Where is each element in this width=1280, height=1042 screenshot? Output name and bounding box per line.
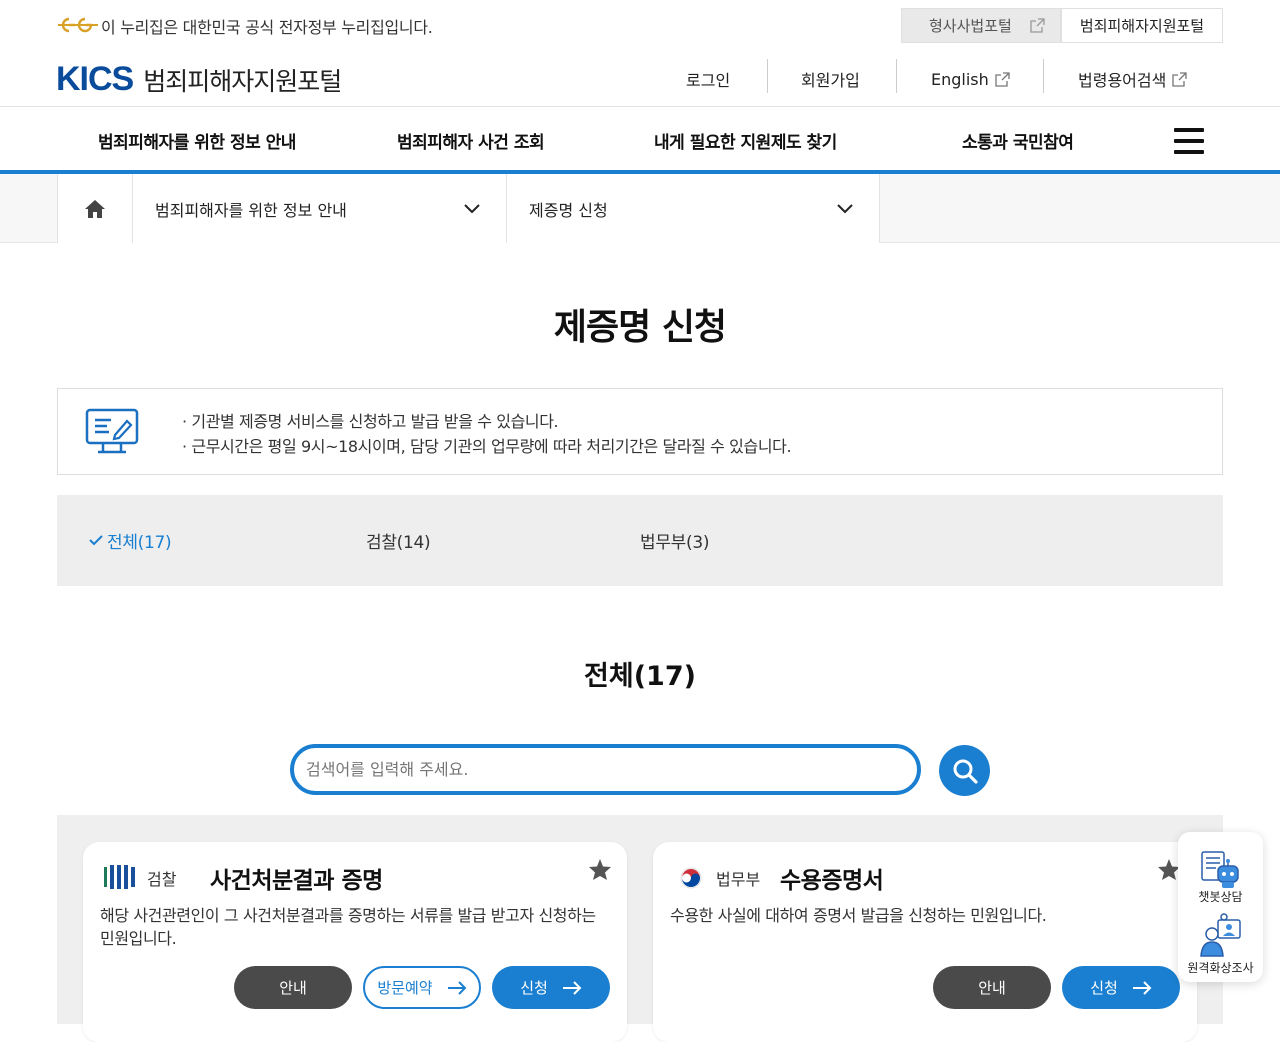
arrow-right-icon — [1132, 980, 1152, 995]
gnb-item-info[interactable]: 범죄피해자를 위한 정보 안내 — [98, 128, 296, 153]
home-icon[interactable] — [57, 174, 133, 243]
apply-button[interactable]: 신청 — [492, 966, 610, 1009]
page-title: 제증명 신청 — [553, 307, 727, 348]
card-title: 수용증명서 — [780, 868, 884, 894]
breadcrumb-level2-label: 제증명 신청 — [529, 200, 608, 220]
card-description: 해당 사건관련인이 그 사건처분결과를 증명하는 서류를 발급 받고자 신청하는… — [100, 906, 596, 948]
header-divider — [0, 106, 1280, 107]
apply-label: 신청 — [1090, 979, 1118, 997]
external-link-icon — [1172, 71, 1187, 87]
legal-terms-label: 법령용어검색 — [1078, 71, 1167, 90]
divider — [767, 59, 768, 93]
search-box — [290, 744, 921, 795]
apply-label: 신청 — [520, 979, 548, 997]
guide-button[interactable]: 안내 — [234, 966, 352, 1009]
login-link[interactable]: 로그인 — [686, 64, 730, 94]
tab-all-label: 전체(17) — [107, 533, 172, 553]
video-consultation-icon[interactable] — [1200, 912, 1242, 958]
logo-portal-name: 범죄피해자지원포털 — [143, 66, 342, 96]
chatbot-label[interactable]: 챗봇상담 — [1178, 888, 1263, 905]
gov-emblem-icon — [58, 17, 98, 33]
prosecution-emblem-icon — [104, 865, 135, 889]
chevron-down-icon — [837, 203, 853, 213]
external-link-icon — [995, 71, 1010, 87]
guide-button[interactable]: 안내 — [933, 966, 1051, 1009]
english-label: English — [931, 69, 989, 89]
tab-ministry-of-justice[interactable]: 법무부(3) — [640, 528, 710, 553]
hamburger-menu-icon[interactable] — [1174, 128, 1204, 154]
signup-link[interactable]: 회원가입 — [801, 64, 860, 94]
site-logo[interactable]: KICS 범죄피해자지원포털 — [56, 60, 342, 99]
ministry-emblem-icon — [680, 867, 702, 889]
legal-terms-link[interactable]: 법령용어검색 — [1078, 64, 1187, 94]
chatbot-icon[interactable] — [1198, 850, 1244, 890]
portal-link-criminal-justice[interactable]: 형사사법포털 — [901, 8, 1061, 43]
info-line: · 근무시간은 평일 9시~18시이며, 담당 기관의 업무량에 따라 처리기간… — [182, 437, 792, 456]
section-title: 전체(17) — [584, 661, 696, 692]
chevron-down-icon — [464, 203, 480, 213]
monitor-document-icon — [85, 408, 139, 454]
english-link[interactable]: English — [931, 64, 1010, 94]
visit-reservation-label: 방문예약 — [377, 979, 433, 997]
divider — [896, 59, 897, 93]
arrow-right-icon — [562, 980, 582, 995]
search-icon — [953, 759, 978, 784]
video-consultation-label[interactable]: 원격화상조사 — [1178, 959, 1263, 976]
arrow-right-icon — [447, 980, 467, 995]
breadcrumb-select-level2[interactable]: 제증명 신청 — [507, 174, 880, 243]
card-agency: 검찰 — [147, 870, 177, 889]
card-description: 수용한 사실에 대하여 증명서 발급을 신청하는 민원입니다. — [670, 906, 1047, 925]
checkmark-icon — [89, 535, 103, 546]
tab-all[interactable]: 전체(17) — [89, 528, 172, 553]
divider — [1043, 59, 1044, 93]
breadcrumb-level1-label: 범죄피해자를 위한 정보 안내 — [155, 200, 347, 220]
apply-button[interactable]: 신청 — [1062, 966, 1180, 1009]
info-line: · 기관별 제증명 서비스를 신청하고 발급 받을 수 있습니다. — [182, 412, 559, 431]
gnb-item-support-finder[interactable]: 내게 필요한 지원제도 찾기 — [654, 128, 837, 153]
logo-kics-text: KICS — [56, 60, 134, 98]
gnb-item-case-lookup[interactable]: 범죄피해자 사건 조회 — [397, 128, 545, 153]
gnb-item-participation[interactable]: 소통과 국민참여 — [962, 128, 1074, 153]
search-input[interactable] — [306, 760, 917, 779]
external-link-icon — [1030, 18, 1045, 33]
gov-banner-text: 이 누리집은 대한민국 공식 전자정부 누리집입니다. — [101, 18, 433, 37]
portal-link-label: 형사사법포털 — [929, 17, 1012, 35]
search-button[interactable] — [939, 745, 990, 796]
card-agency: 법무부 — [716, 870, 761, 889]
card-title: 사건처분결과 증명 — [210, 868, 383, 894]
tab-prosecution[interactable]: 검찰(14) — [366, 528, 431, 553]
star-favorite-icon[interactable] — [588, 858, 612, 881]
breadcrumb-select-level1[interactable]: 범죄피해자를 위한 정보 안내 — [133, 174, 507, 243]
visit-reservation-button[interactable]: 방문예약 — [363, 966, 481, 1009]
portal-link-victim-support[interactable]: 범죄피해자지원포털 — [1061, 8, 1223, 43]
